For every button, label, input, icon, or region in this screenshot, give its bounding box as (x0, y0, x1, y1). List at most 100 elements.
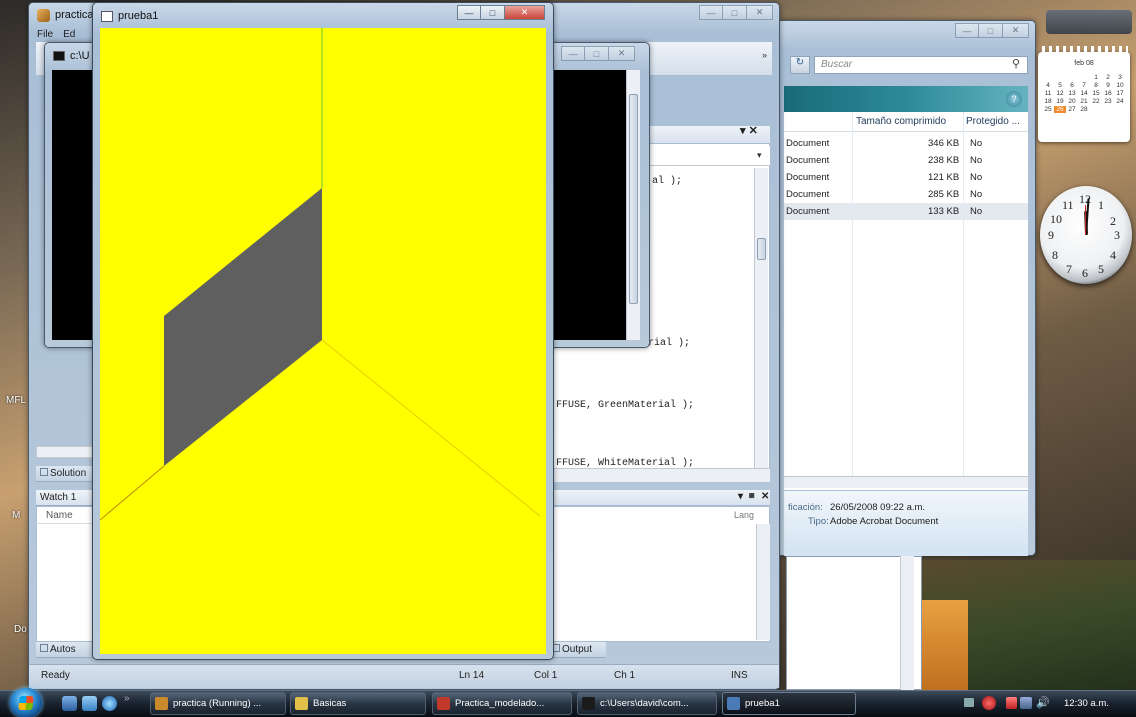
taskbar-button[interactable]: Practica_modelado... (432, 692, 572, 715)
calendar-day[interactable]: 24 (1114, 98, 1126, 105)
calendar-day[interactable]: 3 (1114, 74, 1126, 81)
minimize-button[interactable]: — (955, 23, 979, 38)
network-status-icon[interactable] (1020, 697, 1032, 709)
minimize-button[interactable]: — (699, 5, 723, 20)
alert-icon[interactable] (982, 696, 996, 710)
internet-explorer-icon[interactable] (102, 696, 117, 711)
quicklaunch-overflow-icon[interactable]: » (124, 693, 130, 704)
calendar-day[interactable]: 12 (1054, 90, 1066, 97)
file-size: 285 KB (928, 189, 960, 200)
calendar-day[interactable]: 25 (1042, 106, 1054, 113)
file-type[interactable]: Document (786, 155, 829, 166)
close-button[interactable]: ✕ (1003, 23, 1029, 38)
minimize-button[interactable]: — (457, 5, 481, 20)
file-type[interactable]: Document (786, 138, 829, 149)
calendar-day[interactable]: 26 (1054, 106, 1066, 113)
close-button[interactable]: ✕ (747, 5, 773, 20)
search-input[interactable]: Buscar (814, 56, 1028, 74)
window-app-icon (101, 10, 113, 22)
calendar-day[interactable]: 22 (1090, 98, 1102, 105)
help-icon[interactable]: ? (1006, 91, 1022, 107)
clock-numeral: 3 (1114, 228, 1120, 242)
minimize-button[interactable]: — (561, 46, 585, 61)
calendar-day[interactable]: 13 (1066, 90, 1078, 97)
toolbar-overflow-icon[interactable]: » (762, 50, 767, 60)
pin-close-icon[interactable]: ▾ ◾ ✕ (738, 491, 769, 502)
file-type[interactable]: Document (786, 172, 829, 183)
desktop-icon-label[interactable]: Do (14, 624, 27, 635)
sidebar-toolbar[interactable] (1046, 10, 1132, 34)
calendar-day[interactable]: 20 (1066, 98, 1078, 105)
calendar-day[interactable]: 5 (1054, 82, 1066, 89)
refresh-icon[interactable]: ↻ (790, 56, 810, 74)
switch-windows-icon[interactable] (82, 696, 97, 711)
console-scrollbar[interactable] (626, 70, 640, 340)
taskbar-button[interactable]: c:\Users\david\com... (577, 692, 717, 715)
horizontal-scrollbar[interactable] (784, 476, 1028, 488)
calendar-day[interactable]: 18 (1042, 98, 1054, 105)
editor-vertical-scrollbar[interactable] (754, 168, 768, 468)
autos-tab[interactable]: Autos (36, 642, 96, 658)
calendar-day[interactable]: 16 (1102, 90, 1114, 97)
clock-numeral: 2 (1110, 214, 1116, 228)
column-header[interactable]: Protegido ... (966, 116, 1020, 127)
calendar-gadget[interactable]: feb 08 1 2 3 4 5 6 7 8 9 10 11 12 13 14 15 16 17 18 19 20 21… (1038, 52, 1130, 142)
calendar-day[interactable]: 8 (1090, 82, 1102, 89)
calendar-day[interactable]: 4 (1042, 82, 1054, 89)
calendar-day[interactable]: 14 (1078, 90, 1090, 97)
window-controls: — □ ✕ (955, 23, 1029, 38)
calendar-day[interactable]: 28 (1078, 106, 1090, 113)
scroll-thumb[interactable] (629, 94, 638, 304)
taskbar-button-active[interactable]: prueba1 (722, 692, 856, 715)
autos-icon (40, 644, 48, 652)
code-line[interactable]: al ); (652, 176, 682, 187)
maximize-button[interactable]: □ (979, 23, 1003, 38)
taskbar-button[interactable]: practica (Running) ... (150, 692, 286, 715)
render-canvas[interactable] (100, 28, 546, 654)
search-icon[interactable]: ⚲ (1012, 57, 1020, 70)
show-desktop-icon[interactable] (62, 696, 77, 711)
file-type[interactable]: Document (786, 189, 829, 200)
solution-tab[interactable]: Solution (36, 466, 96, 482)
calendar-day[interactable]: 10 (1114, 82, 1126, 89)
tray-clock[interactable]: 12:30 a.m. (1064, 698, 1109, 709)
calendar-day[interactable]: 7 (1078, 82, 1090, 89)
output-tab[interactable]: Output (548, 642, 606, 658)
watch-column-name[interactable]: Name (36, 508, 96, 524)
calendar-day[interactable]: 6 (1066, 82, 1078, 89)
watch-column-lang[interactable]: Lang (734, 510, 754, 520)
menu-item-file[interactable]: File (37, 29, 53, 40)
calendar-day[interactable]: 11 (1042, 90, 1054, 97)
editor-horizontal-scrollbar[interactable] (548, 468, 770, 482)
calendar-day[interactable]: 21 (1078, 98, 1090, 105)
security-icon[interactable] (1006, 697, 1017, 709)
code-line[interactable]: FFUSE, GreenMaterial ); (556, 400, 694, 411)
chevron-down-icon[interactable]: ▾ (757, 150, 762, 161)
close-button[interactable]: ✕ (609, 46, 635, 61)
column-header[interactable]: Tamaño comprimido (856, 116, 946, 127)
calendar-day[interactable]: 2 (1102, 74, 1114, 81)
calendar-day[interactable]: 19 (1054, 98, 1066, 105)
desktop-icon-label[interactable]: M (12, 510, 20, 521)
calendar-day[interactable]: 23 (1102, 98, 1114, 105)
taskbar-button[interactable]: Basicas (290, 692, 426, 715)
desktop-icon-label[interactable]: MFL (6, 395, 26, 406)
pin-close-icon[interactable]: ▾ ✕ (740, 124, 758, 137)
close-button[interactable]: ✕ (505, 5, 545, 20)
file-type[interactable]: Document (786, 206, 829, 217)
scroll-thumb[interactable] (757, 238, 766, 260)
vertical-scrollbar[interactable] (900, 556, 914, 690)
calendar-day[interactable]: 27 (1066, 106, 1078, 113)
network-icon[interactable] (964, 698, 974, 707)
left-panel-scrollbar[interactable] (36, 446, 96, 458)
maximize-button[interactable]: □ (723, 5, 747, 20)
calendar-day[interactable]: 9 (1102, 82, 1114, 89)
volume-icon[interactable]: 🔊 (1036, 696, 1050, 709)
maximize-button[interactable]: □ (481, 5, 505, 20)
maximize-button[interactable]: □ (585, 46, 609, 61)
menu-item-edit[interactable]: Ed (63, 29, 75, 40)
calendar-day[interactable]: 1 (1090, 74, 1102, 81)
calendar-day[interactable]: 15 (1090, 90, 1102, 97)
watch-scrollbar[interactable] (756, 524, 770, 640)
calendar-day[interactable]: 17 (1114, 90, 1126, 97)
